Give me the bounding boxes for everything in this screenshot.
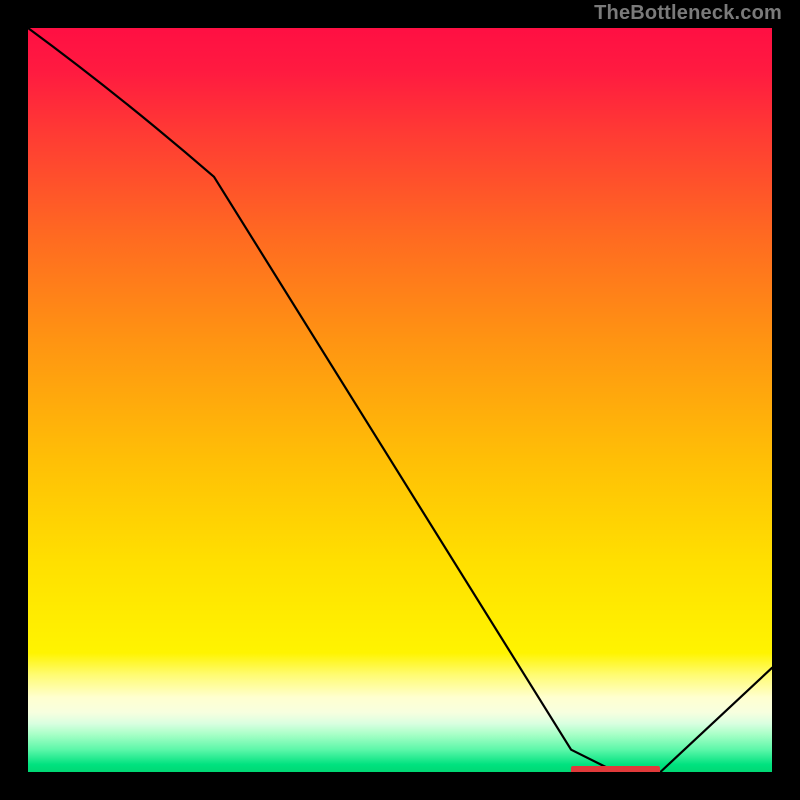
optimal-range-label: AMD Ryzen 9 3900X <box>573 766 643 773</box>
bottleneck-line <box>28 28 772 772</box>
chart-canvas: TheBottleneck.com AMD Ryzen 9 3900X <box>0 0 800 800</box>
attribution-text: TheBottleneck.com <box>594 2 782 25</box>
plot-area: AMD Ryzen 9 3900X <box>28 28 772 772</box>
